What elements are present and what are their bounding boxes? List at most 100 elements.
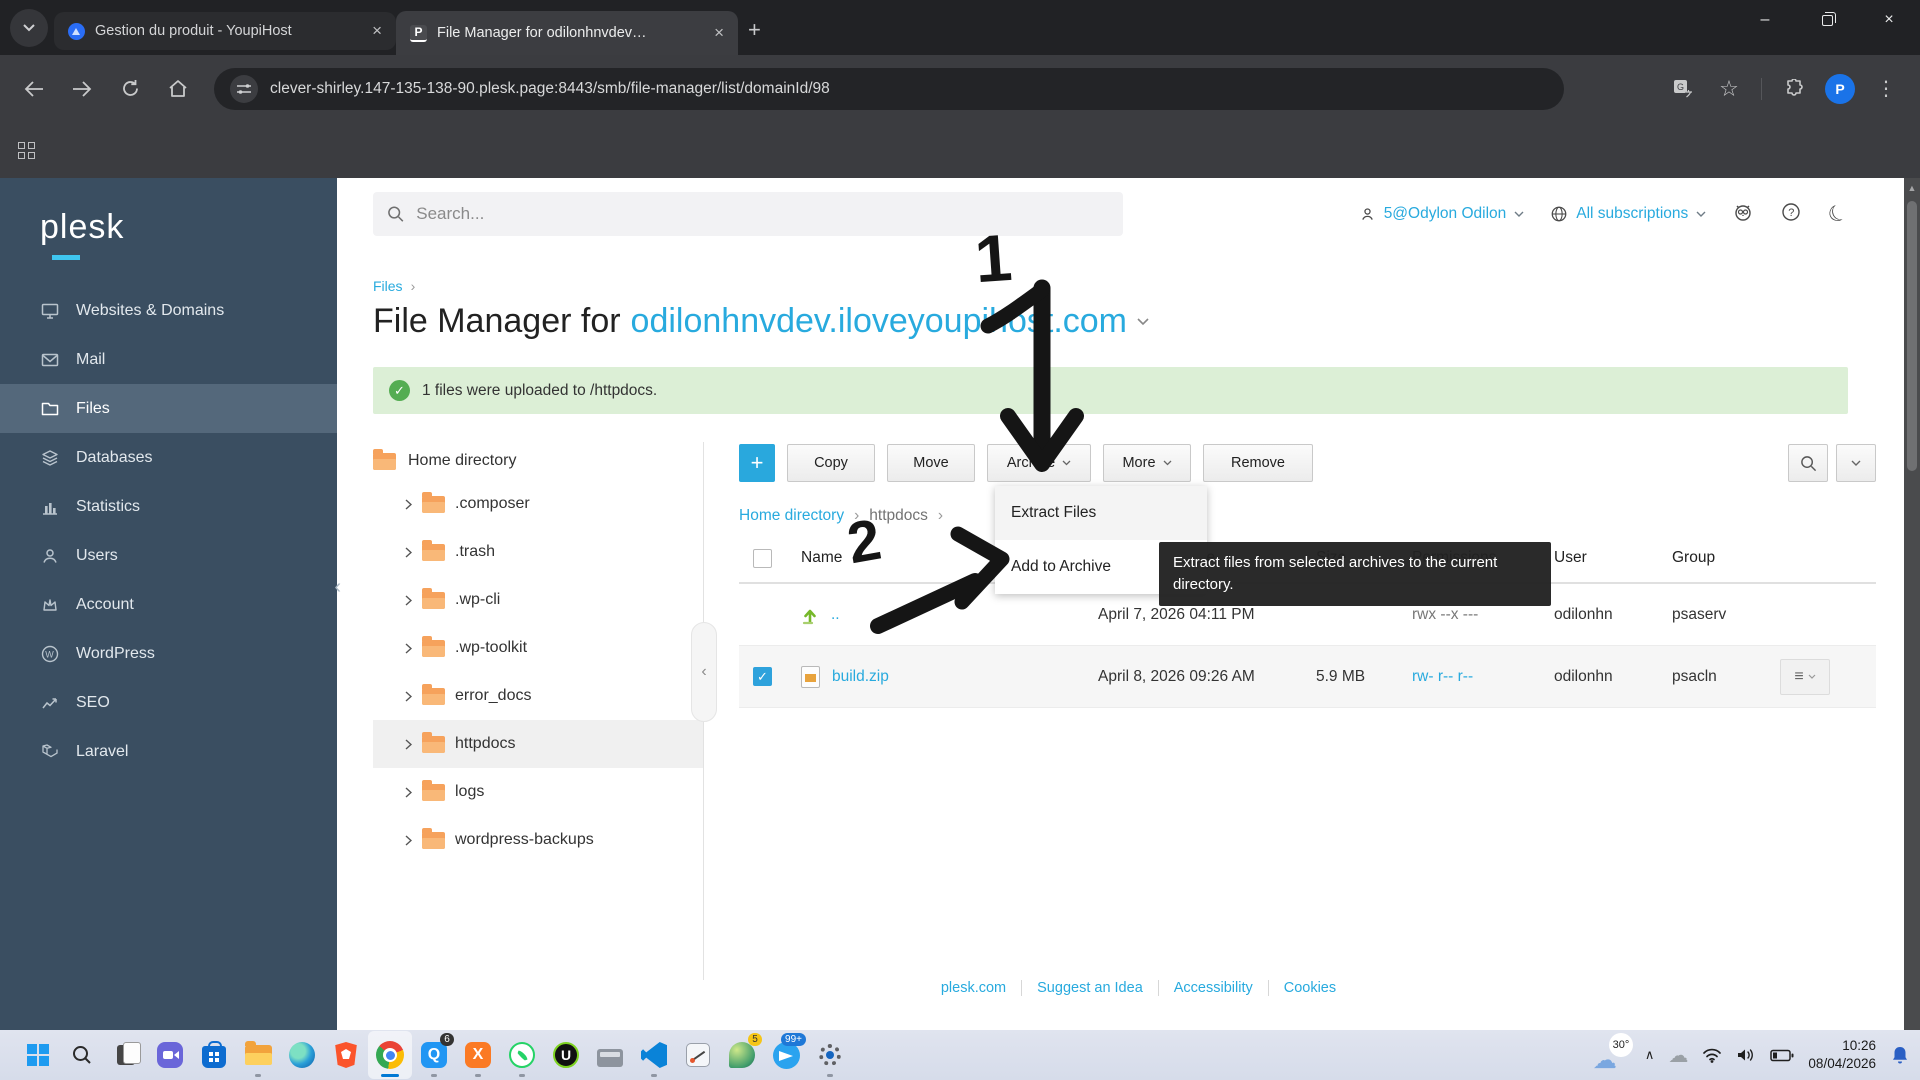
start-button[interactable] [16,1031,60,1079]
site-info-icon[interactable] [230,74,258,103]
sidebar-item-laravel[interactable]: Laravel [0,727,337,776]
q-app-button[interactable]: Q6 [412,1031,456,1079]
row-menu-button[interactable]: ≡ [1780,658,1830,695]
search-input[interactable] [416,204,1109,224]
chat-app-button[interactable] [148,1031,192,1079]
chevron-right-icon[interactable] [405,690,412,702]
tab-search-button[interactable] [10,9,48,47]
tree-item-httpdocs[interactable]: httpdocs [373,720,703,768]
weather-widget[interactable]: 30° ☁ [1593,1033,1633,1075]
bookmark-star-icon[interactable]: ☆ [1709,69,1749,109]
snipping-tool-button[interactable] [676,1031,720,1079]
back-button[interactable] [14,69,54,109]
help-icon[interactable]: ? [1780,201,1802,228]
chrome-button[interactable] [368,1031,412,1079]
battery-icon[interactable] [1770,1049,1794,1062]
xampp-button[interactable]: X [456,1031,500,1079]
footer-link-plesk[interactable]: plesk.com [926,980,1021,996]
profile-avatar[interactable]: P [1820,69,1860,109]
notification-bell-icon[interactable] [1890,1045,1910,1066]
tree-item-wp-toolkit[interactable]: .wp-toolkit [373,624,703,672]
extensions-icon[interactable] [1774,69,1814,109]
sidebar-item-statistics[interactable]: Statistics [0,482,337,531]
remote-app-button[interactable] [588,1031,632,1079]
path-home-link[interactable]: Home directory [739,507,844,525]
col-group[interactable]: Group [1672,549,1780,567]
chevron-right-icon[interactable] [405,642,412,654]
toolbar-options-button[interactable] [1836,444,1876,482]
scroll-up-icon[interactable]: ▲ [1908,183,1917,193]
tray-expand-icon[interactable]: ∧ [1645,1047,1655,1063]
sidebar-item-account[interactable]: Account [0,580,337,629]
browser-tab-file-manager[interactable]: P File Manager for odilonhnvdev… × [396,11,738,55]
browser-menu-icon[interactable]: ⋮ [1866,69,1906,109]
row-permissions-link[interactable]: rw- r-- r-- [1412,668,1554,686]
address-bar[interactable]: clever-shirley.147-135-138-90.plesk.page… [214,67,1564,110]
sidebar-item-users[interactable]: Users [0,531,337,580]
sidebar-item-wordpress[interactable]: W WordPress [0,629,337,678]
browser-tab-youpihost[interactable]: Gestion du produit - YoupiHost × [54,12,396,50]
dark-mode-icon[interactable]: ☾ [1824,198,1853,230]
translate-icon[interactable]: G [1663,69,1703,109]
global-search[interactable] [373,192,1123,236]
workbench-button[interactable]: 5 [720,1031,764,1079]
sidebar-item-databases[interactable]: Databases [0,433,337,482]
subscription-selector[interactable]: All subscriptions [1550,205,1706,223]
apps-grid-icon[interactable] [18,141,35,159]
file-link[interactable]: build.zip [801,665,1098,688]
sidebar-item-seo[interactable]: SEO [0,678,337,727]
home-button[interactable] [158,69,198,109]
footer-link-idea[interactable]: Suggest an Idea [1021,980,1158,996]
chevron-right-icon[interactable] [405,834,412,846]
chevron-right-icon[interactable] [405,546,412,558]
settings-button[interactable] [808,1031,852,1079]
more-button[interactable]: More [1103,444,1191,482]
file-explorer-button[interactable] [236,1031,280,1079]
task-view-button[interactable] [104,1031,148,1079]
move-button[interactable]: Move [887,444,975,482]
footer-link-accessibility[interactable]: Accessibility [1157,980,1268,996]
clock[interactable]: 10:26 08/04/2026 [1808,1037,1876,1072]
tree-item-wordpress-backups[interactable]: wordpress-backups [373,816,703,864]
assistant-owl-icon[interactable] [1732,201,1754,228]
chevron-down-icon[interactable] [1137,317,1149,326]
sidebar-item-files[interactable]: Files [0,384,337,433]
copy-button[interactable]: Copy [787,444,875,482]
utorrent-button[interactable]: U [544,1031,588,1079]
whatsapp-button[interactable] [500,1031,544,1079]
close-button[interactable]: × [1858,0,1920,40]
new-tab-button[interactable]: + [748,17,761,43]
tree-root-home[interactable]: Home directory [373,442,703,480]
tree-item-logs[interactable]: logs [373,768,703,816]
taskbar-search-button[interactable] [60,1031,104,1079]
filter-search-button[interactable] [1788,444,1828,482]
tree-item-composer[interactable]: .composer [373,480,703,528]
remove-button[interactable]: Remove [1203,444,1313,482]
tree-item-wp-cli[interactable]: .wp-cli [373,576,703,624]
user-menu[interactable]: 5@Odylon Odilon [1359,205,1525,223]
reload-button[interactable] [110,69,150,109]
breadcrumb-files-link[interactable]: Files [373,278,403,294]
row-checkbox[interactable]: ✓ [753,667,772,686]
volume-icon[interactable] [1736,1047,1756,1063]
scrollbar-thumb[interactable] [1907,201,1917,471]
archive-button[interactable]: Archive [987,444,1091,482]
forward-button[interactable] [62,69,102,109]
messenger-button[interactable]: 99+ [764,1031,808,1079]
sidebar-item-websites-domains[interactable]: Websites & Domains [0,286,337,335]
sidebar-item-mail[interactable]: Mail [0,335,337,384]
minimize-button[interactable]: – [1734,0,1796,40]
add-button[interactable]: + [739,444,775,482]
edge-button[interactable] [280,1031,324,1079]
chevron-right-icon[interactable] [405,738,412,750]
onedrive-icon[interactable]: ☁ [1668,1043,1688,1068]
table-row-build-zip[interactable]: ✓ build.zip April 8, 2026 09:26 AM 5.9 M… [739,646,1876,708]
select-all-checkbox[interactable] [753,548,772,568]
scrollbar[interactable]: ▲ [1904,178,1920,1030]
col-user[interactable]: User [1554,549,1672,567]
chevron-right-icon[interactable] [405,498,412,510]
restore-button[interactable] [1796,0,1858,40]
tree-collapse-handle[interactable]: ‹ [691,622,717,722]
tab-close-icon[interactable]: × [368,21,386,41]
parent-dir-link[interactable]: .. [801,605,1098,625]
